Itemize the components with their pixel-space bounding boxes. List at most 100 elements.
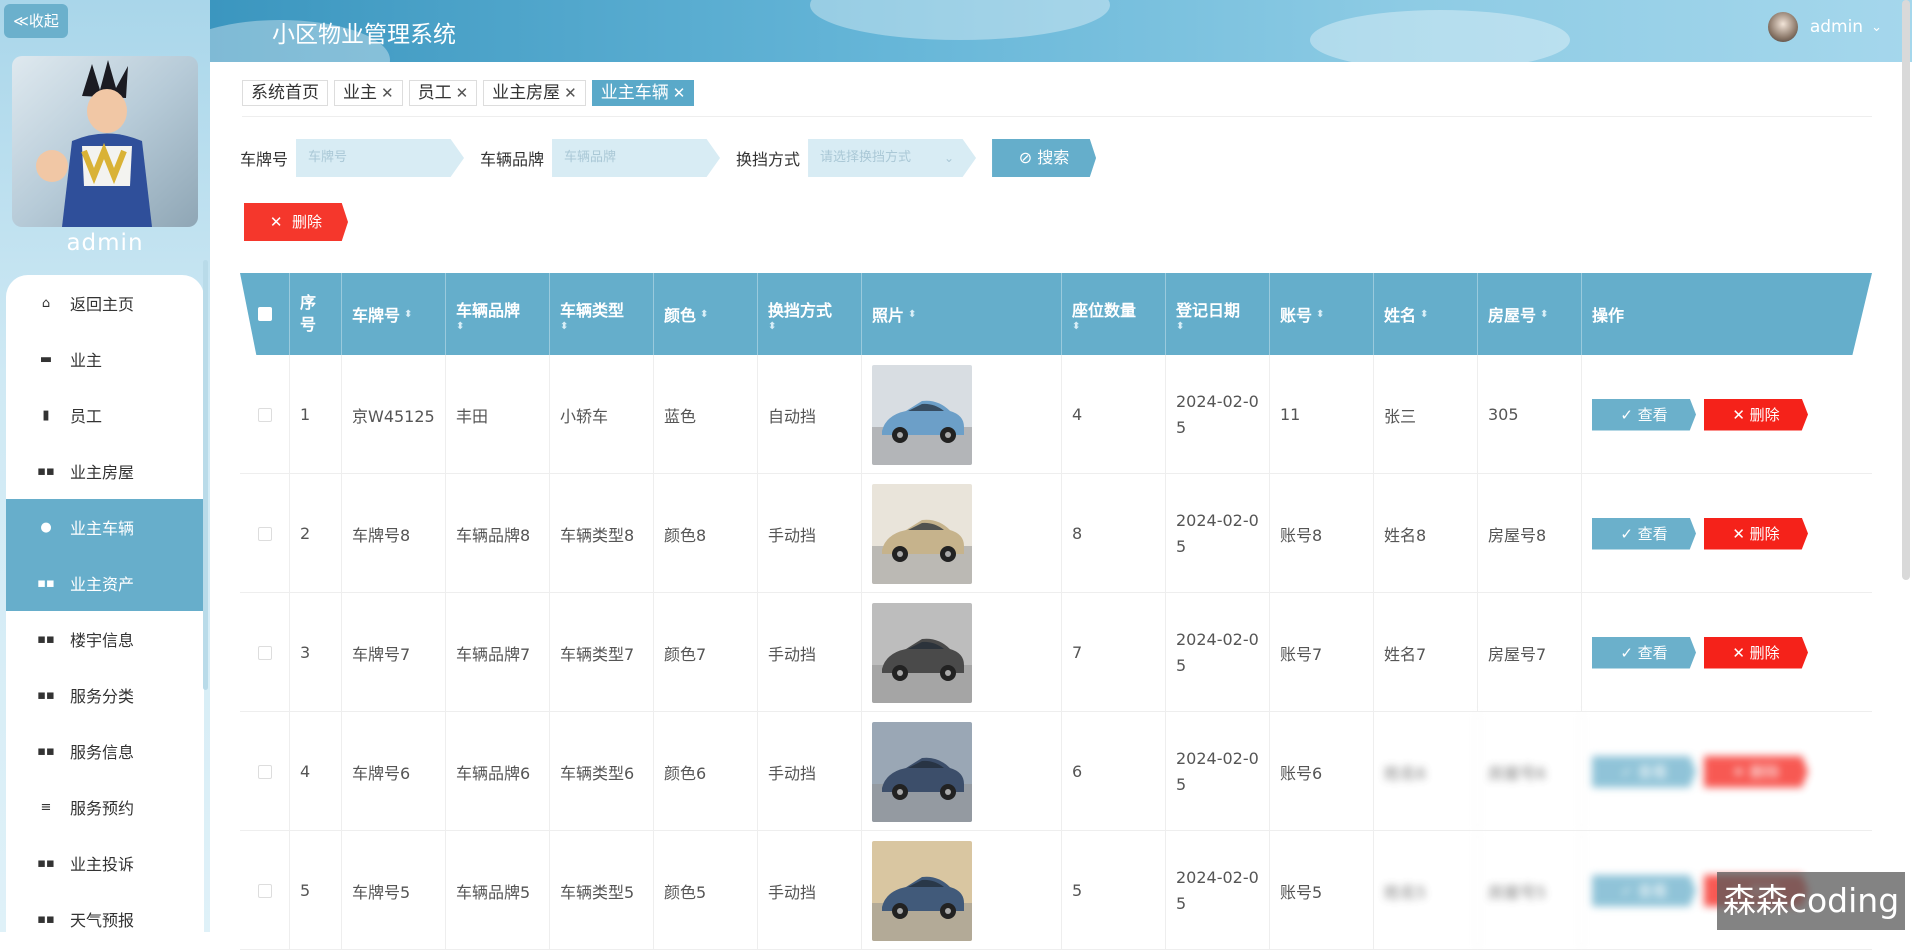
- brand-input[interactable]: 车辆品牌: [552, 139, 721, 177]
- batch-delete-button[interactable]: ✕ 删除: [244, 203, 348, 241]
- delete-button[interactable]: ✕ 删除: [1704, 636, 1808, 669]
- cell-house: 房屋号5: [1478, 831, 1582, 950]
- row-checkbox[interactable]: [257, 407, 272, 422]
- col-header-label: 姓名: [1384, 306, 1417, 325]
- collapse-button[interactable]: ≪收起: [4, 4, 68, 38]
- table-row: 3 车牌号7 车辆品牌7 车辆类型7 颜色7 手动挡 7 2024-02-05 账号7 姓名7 房屋…: [240, 593, 1872, 712]
- sidebar-item-owner-vehicle[interactable]: ● 业主车辆: [6, 499, 204, 555]
- row-checkbox[interactable]: [257, 764, 272, 779]
- cell-text: 张三: [1384, 406, 1417, 426]
- cell-brand: 车辆品牌8: [446, 474, 550, 593]
- plate-input[interactable]: 车牌号: [296, 139, 465, 177]
- brand-label: 车辆品牌: [480, 150, 545, 169]
- cell-text: 2024-02-05: [1176, 510, 1259, 556]
- sidebar-item-service-category[interactable]: ▪▪ 服务分类: [6, 667, 204, 723]
- tab-owner-vehicle[interactable]: 业主车辆 ✕: [591, 80, 695, 106]
- grid-icon: ▪▪: [37, 463, 55, 479]
- gear-select[interactable]: 请选择换挡方式 ⌄: [808, 139, 977, 177]
- search-button[interactable]: ⊘ 搜索: [992, 139, 1097, 177]
- col-header-label: 车辆类型: [560, 300, 625, 320]
- cell-text: 1: [300, 405, 311, 424]
- sidebar-item-label: 楼宇信息: [70, 631, 135, 650]
- row-checkbox[interactable]: [257, 645, 272, 660]
- row-checkbox[interactable]: [257, 526, 272, 541]
- page-scrollbar[interactable]: [1902, 0, 1910, 580]
- sidebar-item-owner[interactable]: ▬ 业主: [6, 331, 204, 387]
- cell-seats: 8: [1062, 474, 1166, 593]
- view-button[interactable]: ✓ 查看: [1592, 636, 1696, 669]
- delete-button[interactable]: ✕ 删除: [1704, 755, 1808, 788]
- col-header-label: 照片: [872, 306, 905, 325]
- col-header[interactable]: 照片 ⬍: [862, 273, 1062, 355]
- cell-seats: 5: [1062, 831, 1166, 950]
- tab-owner-house[interactable]: 业主房屋 ✕: [483, 80, 586, 106]
- cell-text: 6: [1072, 762, 1083, 781]
- sidebar-item-home[interactable]: ⌂ 返回主页: [6, 275, 204, 331]
- col-header[interactable]: 账号 ⬍: [1270, 273, 1374, 355]
- col-header[interactable]: 姓名 ⬍: [1374, 273, 1478, 355]
- close-icon[interactable]: ✕: [673, 81, 686, 105]
- tab-home[interactable]: 系统首页: [242, 80, 328, 106]
- sidebar-item-owner-asset[interactable]: ▪▪ 业主资产: [6, 555, 204, 611]
- cell-text: 房屋号5: [1488, 882, 1547, 902]
- cell-text: 7: [1072, 643, 1083, 662]
- cell-seats: 6: [1062, 712, 1166, 831]
- view-button-label: 查看: [1637, 524, 1668, 543]
- sidebar-item-service-info[interactable]: ▪▪ 服务信息: [6, 723, 204, 779]
- view-button[interactable]: ✓ 查看: [1592, 398, 1696, 431]
- sidebar-scrollbar[interactable]: [203, 260, 208, 690]
- sidebar-item-building[interactable]: ▪▪ 楼宇信息: [6, 611, 204, 667]
- cell-no: 4: [290, 712, 342, 831]
- cell-text: 车辆品牌5: [456, 882, 531, 902]
- cell-no: 3: [290, 593, 342, 712]
- cell-account: 账号8: [1270, 474, 1374, 593]
- view-button[interactable]: ✓ 查看: [1592, 755, 1696, 788]
- delete-button[interactable]: ✕ 删除: [1704, 398, 1808, 431]
- col-header-label: 颜色: [664, 306, 697, 325]
- close-icon[interactable]: ✕: [381, 81, 394, 105]
- cell-text: 车牌号7: [352, 644, 411, 664]
- sidebar-item-staff[interactable]: ▮ 员工: [6, 387, 204, 443]
- cell-house: 房屋号6: [1478, 712, 1582, 831]
- cell-gear: 手动挡: [758, 474, 862, 593]
- close-icon[interactable]: ✕: [564, 81, 577, 105]
- col-header[interactable]: 房屋号 ⬍: [1478, 273, 1582, 355]
- delete-button-label: 删除: [1749, 524, 1780, 543]
- check-icon: ✓: [1620, 643, 1633, 662]
- view-button[interactable]: ✓ 查看: [1592, 874, 1696, 907]
- delete-button[interactable]: ✕ 删除: [1704, 517, 1808, 550]
- search-bar: 车牌号 车牌号 车辆品牌 车辆品牌 换挡方式 请选择换挡方式 ⌄ ⊘ 搜索: [240, 139, 1097, 177]
- cell-house: 房屋号8: [1478, 474, 1582, 593]
- sidebar-item-service-booking[interactable]: ≡ 服务预约: [6, 779, 204, 835]
- sidebar-menu: ⌂ 返回主页 ▬ 业主 ▮ 员工 ▪▪ 业主房屋 ● 业主车辆 ▪▪ 业主资产 ▪▪ 楼宇信息…: [6, 275, 204, 932]
- cell-color: 颜色8: [654, 474, 758, 593]
- grid-icon: ▪▪: [37, 575, 55, 591]
- close-icon[interactable]: ✕: [456, 81, 469, 105]
- cell-photo: [862, 831, 1062, 950]
- cell-brand: 车辆品牌5: [446, 831, 550, 950]
- cell-text: 小轿车: [560, 406, 609, 426]
- sidebar-item-owner-house[interactable]: ▪▪ 业主房屋: [6, 443, 204, 499]
- col-header[interactable]: 颜色 ⬍: [654, 273, 758, 355]
- tab-staff[interactable]: 员工 ✕: [408, 80, 478, 106]
- sidebar-item-complaint[interactable]: ▪▪ 业主投诉: [6, 835, 204, 891]
- col-header[interactable]: 车辆品牌 ⬍: [446, 273, 550, 355]
- col-header[interactable]: 车牌号 ⬍: [342, 273, 446, 355]
- cell-date: 2024-02-05: [1166, 712, 1270, 831]
- col-header[interactable]: 座位数量 ⬍: [1062, 273, 1166, 355]
- col-header-label: 房屋号: [1488, 306, 1537, 325]
- select-all-checkbox[interactable]: [257, 307, 272, 321]
- row-checkbox[interactable]: [257, 883, 272, 898]
- user-menu[interactable]: admin ⌄: [1767, 12, 1882, 42]
- check-icon: ✓: [1620, 762, 1633, 781]
- view-button[interactable]: ✓ 查看: [1592, 517, 1696, 550]
- tab-owner[interactable]: 业主 ✕: [334, 80, 403, 106]
- sidebar-item-weather[interactable]: ▪▪ 天气预报: [6, 891, 204, 932]
- cell-text: 姓名7: [1384, 644, 1427, 664]
- col-header[interactable]: 车辆类型 ⬍: [550, 273, 654, 355]
- cell-text: 车辆品牌6: [456, 763, 531, 783]
- col-header[interactable]: 登记日期 ⬍: [1166, 273, 1270, 355]
- col-header[interactable]: 换挡方式 ⬍: [758, 273, 862, 355]
- close-icon: ✕: [1732, 405, 1745, 424]
- delete-button-label: 删除: [1749, 762, 1780, 781]
